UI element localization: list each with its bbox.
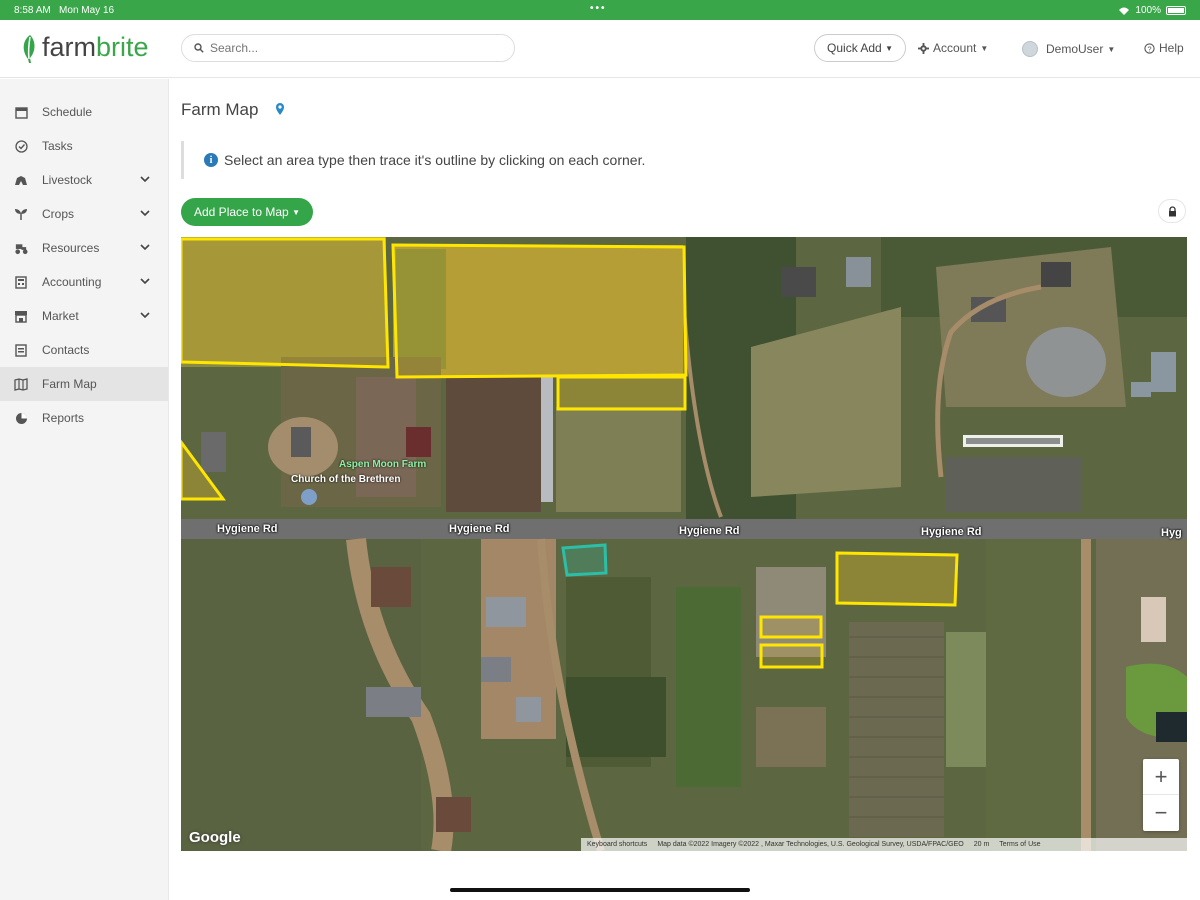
add-place-to-map-button[interactable]: Add Place to Map ▼ — [181, 198, 313, 226]
status-time-text: 8:58 AM — [14, 5, 51, 16]
lock-map-button[interactable] — [1158, 199, 1186, 223]
road-label: Hygiene Rd — [217, 523, 278, 535]
chevron-down-icon[interactable] — [140, 276, 150, 286]
gear-icon — [918, 42, 929, 54]
user-label: DemoUser — [1046, 42, 1104, 56]
poi-label-church[interactable]: Church of the Brethren — [291, 474, 400, 485]
map-data-attribution: Map data ©2022 Imagery ©2022 , Maxar Tec… — [657, 841, 964, 848]
sidebar-item-label: Livestock — [42, 173, 93, 187]
wifi-icon — [1119, 7, 1130, 15]
search-input[interactable] — [210, 41, 490, 55]
sidebar-item-market[interactable]: Market — [0, 299, 168, 333]
sidebar-item-crops[interactable]: Crops — [0, 197, 168, 231]
sidebar-item-schedule[interactable]: Schedule — [0, 95, 168, 129]
sidebar-item-accounting[interactable]: Accounting — [0, 265, 168, 299]
logo-text: farmbrite — [42, 32, 149, 63]
sidebar-item-tasks[interactable]: Tasks — [0, 129, 168, 163]
satellite-imagery[interactable] — [181, 237, 1187, 851]
help-icon: ? — [1144, 42, 1155, 54]
help-link[interactable]: ? Help — [1144, 41, 1184, 55]
lock-icon — [1168, 205, 1176, 216]
battery-icon — [1166, 6, 1186, 15]
caret-down-icon: ▼ — [885, 43, 893, 53]
map-pin-icon — [276, 103, 284, 115]
pie-chart-icon — [14, 411, 28, 425]
check-circle-icon — [14, 139, 28, 153]
page-title: Farm Map — [181, 100, 259, 119]
sidebar-item-label: Contacts — [42, 343, 90, 357]
sidebar-item-label: Reports — [42, 411, 85, 425]
leaf-logo-icon — [23, 34, 35, 63]
road-label: Hygiene Rd — [449, 523, 510, 535]
terms-of-use-link[interactable]: Terms of Use — [999, 841, 1040, 848]
status-bar: 8:58 AM Mon May 16 ••• 100% — [0, 0, 1200, 20]
road-label: Hyg — [1161, 527, 1182, 539]
map-attribution: Keyboard shortcuts Map data ©2022 Imager… — [581, 838, 1187, 851]
avatar — [1022, 41, 1038, 57]
calculator-icon — [14, 275, 28, 289]
chevron-down-icon[interactable] — [140, 310, 150, 320]
caret-down-icon: ▼ — [1107, 44, 1116, 54]
sidebar-item-label: Crops — [42, 207, 75, 221]
road-label: Hygiene Rd — [921, 526, 982, 538]
chevron-down-icon[interactable] — [140, 208, 150, 218]
quick-add-label: Quick Add — [827, 41, 882, 55]
user-menu[interactable]: DemoUser ▼ — [1022, 41, 1115, 57]
sidebar-item-label: Accounting — [42, 275, 102, 289]
search-icon — [194, 43, 204, 53]
sidebar: Schedule Tasks Livestock Crops Resources… — [0, 79, 169, 900]
sidebar-item-livestock[interactable]: Livestock — [0, 163, 168, 197]
livestock-icon — [14, 173, 28, 187]
help-label: Help — [1159, 41, 1184, 55]
battery-percent: 100% — [1135, 5, 1161, 16]
info-text: Select an area type then trace it's outl… — [224, 152, 646, 168]
poi-label-farm[interactable]: Aspen Moon Farm — [339, 459, 426, 470]
road-label: Hygiene Rd — [679, 525, 740, 537]
search-box[interactable] — [181, 34, 515, 62]
sidebar-item-label: Tasks — [42, 139, 73, 153]
google-logo: Google — [189, 829, 241, 846]
sidebar-item-reports[interactable]: Reports — [0, 401, 168, 435]
farm-map[interactable]: Hygiene Rd Hygiene Rd Hygiene Rd Hygiene… — [181, 237, 1187, 851]
caret-down-icon: ▼ — [292, 207, 300, 217]
multitask-dots-icon[interactable]: ••• — [590, 3, 607, 14]
zoom-controls: + − — [1143, 759, 1179, 831]
status-date-text: Mon May 16 — [59, 5, 115, 16]
sidebar-item-farm-map[interactable]: Farm Map — [0, 367, 168, 401]
logo-text-suffix: brite — [96, 32, 149, 62]
sprout-icon — [14, 207, 28, 221]
sidebar-item-contacts[interactable]: Contacts — [0, 333, 168, 367]
info-icon: i — [204, 153, 218, 167]
app-header: farmbrite Quick Add ▼ Account ▼ DemoUser… — [0, 20, 1200, 78]
farmbrite-logo[interactable]: farmbrite — [20, 32, 149, 63]
sidebar-item-label: Schedule — [42, 105, 93, 119]
svg-text:?: ? — [1147, 44, 1151, 53]
logo-text-prefix: farm — [42, 32, 96, 62]
chevron-down-icon[interactable] — [140, 242, 150, 252]
quick-add-button[interactable]: Quick Add ▼ — [814, 34, 906, 62]
account-menu[interactable]: Account ▼ — [918, 41, 988, 55]
map-scale: 20 m — [973, 841, 990, 848]
sidebar-item-label: Resources — [42, 241, 100, 255]
info-message: i Select an area type then trace it's ou… — [181, 141, 741, 179]
map-icon — [14, 377, 28, 391]
status-indicators: 100% — [1118, 5, 1186, 16]
store-icon — [14, 309, 28, 323]
keyboard-shortcuts-link[interactable]: Keyboard shortcuts — [587, 841, 647, 848]
status-time: 8:58 AM Mon May 16 — [14, 5, 114, 16]
chevron-down-icon[interactable] — [140, 174, 150, 184]
sidebar-item-label: Market — [42, 309, 79, 323]
account-label: Account — [933, 41, 977, 55]
caret-down-icon: ▼ — [980, 43, 989, 53]
add-place-label: Add Place to Map — [194, 205, 289, 219]
contact-card-icon — [14, 343, 28, 357]
zoom-out-button[interactable]: − — [1143, 795, 1179, 831]
tractor-icon — [14, 241, 28, 255]
sidebar-item-resources[interactable]: Resources — [0, 231, 168, 265]
sidebar-item-label: Farm Map — [42, 377, 97, 391]
calendar-icon — [14, 105, 28, 119]
zoom-in-button[interactable]: + — [1143, 759, 1179, 795]
home-indicator[interactable] — [450, 888, 750, 892]
